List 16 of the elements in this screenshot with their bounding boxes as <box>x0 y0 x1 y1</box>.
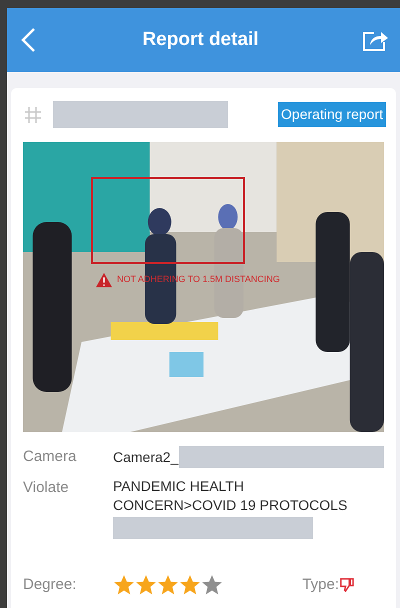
field-value: Camera2_ <box>113 448 178 466</box>
page-title: Report detail <box>142 28 259 52</box>
filled-star-icon <box>135 574 157 596</box>
type-label: Type: <box>302 574 339 594</box>
thumbs-down-icon <box>339 577 354 592</box>
degree-label: Degree: <box>23 574 78 594</box>
warning-icon <box>95 272 113 288</box>
hashtag-icon <box>23 104 43 124</box>
filled-star-icon <box>179 574 201 596</box>
filled-star-icon <box>113 574 135 596</box>
field-label: Violate <box>23 478 70 498</box>
empty-star-icon <box>201 574 223 596</box>
field-value: PANDEMIC HEALTH CONCERN>COVID 19 PROTOCOLS <box>113 476 348 514</box>
filled-star-icon <box>157 574 179 596</box>
report-type-badge: Operating report <box>278 102 386 127</box>
field-label: Camera <box>23 447 78 467</box>
